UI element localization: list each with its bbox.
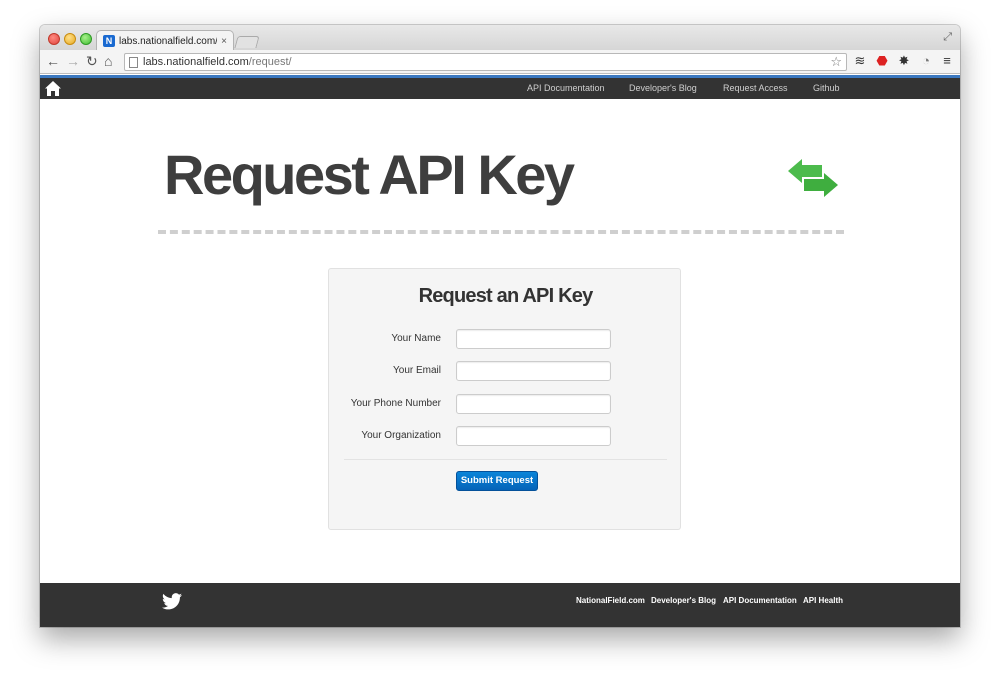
dashed-divider (158, 230, 844, 234)
page-title: Request API Key (164, 143, 575, 206)
browser-toolbar: ← → ↻ ⌂ labs.nationalfield.com/request/ … (40, 50, 960, 74)
stop-extension-icon[interactable]: ⬣ (874, 53, 890, 69)
reload-icon[interactable]: ↻ (86, 53, 98, 69)
browser-window: N labs.nationalfield.com/req × ⤢ ← → ↻ ⌂… (40, 25, 960, 627)
form-separator (344, 459, 667, 460)
name-field[interactable] (456, 329, 611, 349)
organization-field[interactable] (456, 426, 611, 446)
tab-title: labs.nationalfield.com/req (119, 35, 217, 47)
close-window-button[interactable] (48, 33, 60, 45)
arrows-exchange-icon (788, 159, 838, 197)
home-icon[interactable] (44, 80, 62, 97)
url-text: labs.nationalfield.com/request/ (143, 56, 292, 68)
twitter-icon[interactable] (162, 593, 182, 610)
form-heading: Request an API Key (418, 285, 594, 307)
tab-close-icon[interactable]: × (221, 36, 227, 47)
gear-icon[interactable]: ✸ (896, 53, 912, 69)
submit-request-button[interactable]: Submit Request (456, 471, 538, 491)
nav-link-request-access[interactable]: Request Access (723, 83, 788, 93)
page-icon (129, 56, 138, 68)
browser-tab[interactable]: N labs.nationalfield.com/req × (96, 30, 234, 51)
forward-arrow-icon[interactable]: → (66, 53, 80, 69)
footer-link-api-health[interactable]: API Health (803, 596, 843, 605)
email-field[interactable] (456, 361, 611, 381)
home-button-icon[interactable]: ⌂ (104, 53, 112, 69)
zoom-window-button[interactable] (80, 33, 92, 45)
layers-extension-icon[interactable]: ≋ (852, 53, 868, 69)
new-tab-button[interactable] (234, 36, 260, 48)
menu-icon[interactable]: ≡ (939, 53, 955, 69)
name-label: Your Name (391, 333, 441, 344)
organization-label: Your Organization (361, 430, 441, 441)
email-label: Your Email (393, 365, 441, 376)
star-icon[interactable]: ☆ (830, 54, 842, 70)
back-arrow-icon[interactable]: ← (46, 53, 60, 69)
nav-link-github[interactable]: Github (813, 83, 840, 93)
speed-dial-icon[interactable]: ◔ (918, 53, 934, 69)
site-footer: NationalField.com Developer's Blog API D… (40, 583, 960, 627)
footer-link-api-documentation[interactable]: API Documentation (723, 596, 797, 605)
nav-link-developers-blog[interactable]: Developer's Blog (629, 83, 697, 93)
nav-link-api-documentation[interactable]: API Documentation (527, 83, 605, 93)
site-navbar: API Documentation Developer's Blog Reque… (40, 75, 960, 99)
address-bar[interactable]: labs.nationalfield.com/request/ ☆ (124, 53, 847, 71)
fullscreen-icon[interactable]: ⤢ (943, 31, 952, 44)
minimize-window-button[interactable] (64, 33, 76, 45)
favicon-icon: N (103, 35, 115, 47)
phone-label: Your Phone Number (350, 398, 441, 409)
request-form: Request an API Key Your Name Your Email … (328, 268, 681, 530)
phone-field[interactable] (456, 394, 611, 414)
footer-link-developers-blog[interactable]: Developer's Blog (651, 596, 716, 605)
tab-strip: N labs.nationalfield.com/req × ⤢ (40, 25, 960, 51)
footer-link-nationalfield[interactable]: NationalField.com (576, 596, 645, 605)
